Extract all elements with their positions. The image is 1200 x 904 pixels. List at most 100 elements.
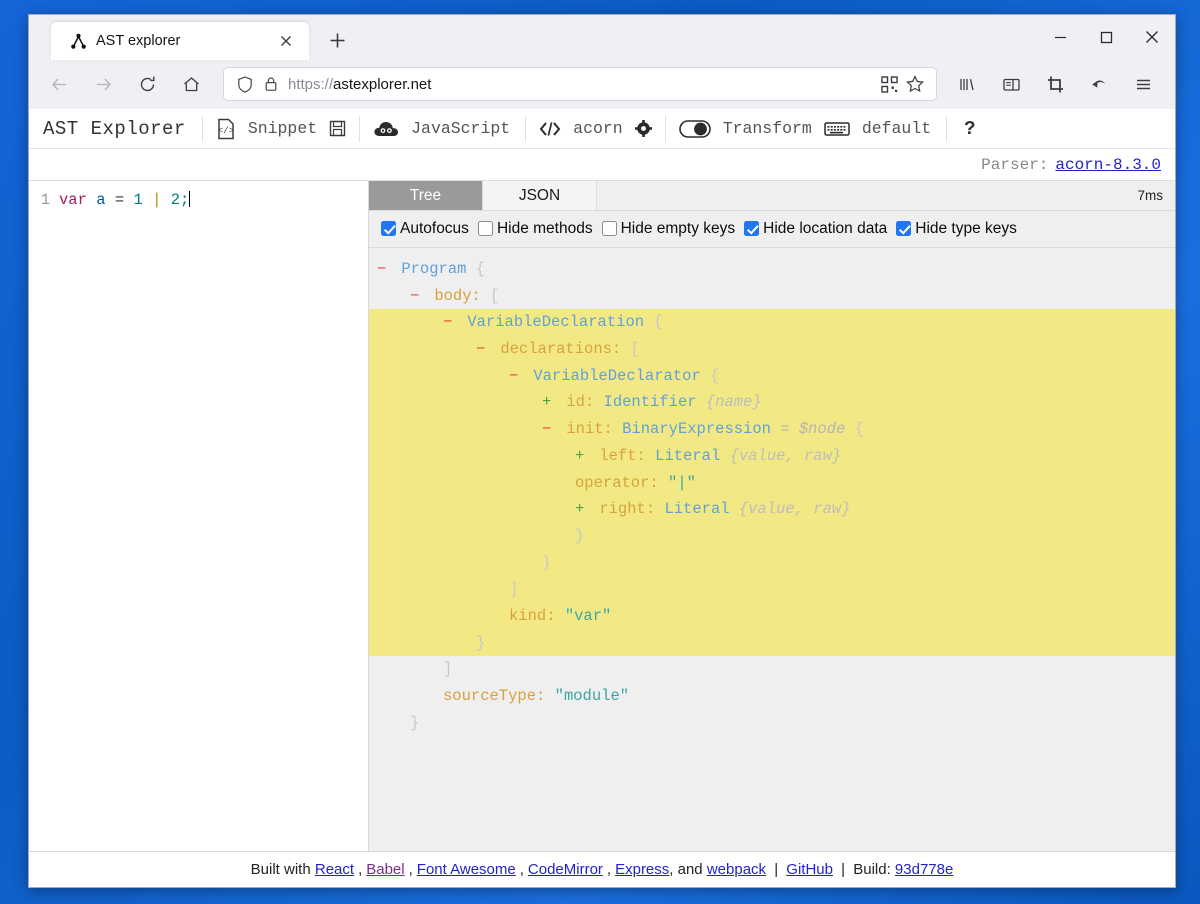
footer-link-codemirror[interactable]: CodeMirror xyxy=(528,861,603,878)
footer-link-express[interactable]: Express xyxy=(615,861,669,878)
svg-text:</>: </> xyxy=(218,126,234,136)
window-minimize-button[interactable] xyxy=(1037,15,1083,59)
ast-tree-row[interactable]: ] xyxy=(369,576,1175,603)
ast-tree-row[interactable]: + id: Identifier {name} xyxy=(369,389,1175,417)
window-close-button[interactable] xyxy=(1129,15,1175,59)
tree-close-bracket: ] xyxy=(443,660,453,679)
arrow-left-icon[interactable] xyxy=(42,67,76,101)
javascript-cloud-icon[interactable] xyxy=(368,119,404,139)
checkbox-hide-methods[interactable] xyxy=(477,221,493,236)
ast-tree-row[interactable]: + right: Literal {value, raw} xyxy=(369,496,1175,523)
option-autofocus[interactable]: Autofocus xyxy=(381,216,469,241)
keyboard-icon[interactable] xyxy=(819,120,855,138)
option-hide-type-keys[interactable]: Hide type keys xyxy=(896,216,1017,241)
code-file-icon[interactable]: </> xyxy=(211,118,241,140)
expand-toggle-icon[interactable]: + xyxy=(542,389,557,416)
option-hide-location-data[interactable]: Hide location data xyxy=(744,216,887,241)
option-hide-location-data-label: Hide location data xyxy=(763,220,888,237)
code-editor-pane[interactable]: 1 var a = 1 | 2; xyxy=(29,181,369,851)
footer-link-webpack[interactable]: webpack xyxy=(707,861,766,878)
hamburger-menu-icon[interactable] xyxy=(1126,67,1160,101)
ast-tree-row[interactable]: operator: "|" xyxy=(369,469,1175,497)
expand-toggle-icon[interactable]: + xyxy=(575,443,590,470)
star-icon[interactable] xyxy=(902,71,928,97)
tree-key-hint: {value, raw} xyxy=(729,446,842,465)
sidebar-icon[interactable] xyxy=(994,67,1028,101)
toggle-switch-icon[interactable] xyxy=(674,119,716,139)
floppy-save-icon[interactable] xyxy=(324,120,351,137)
ast-tree-row[interactable]: } xyxy=(369,549,1175,577)
undo-arrow-icon[interactable] xyxy=(1082,67,1116,101)
ast-tree-row[interactable]: − VariableDeclarator { xyxy=(369,362,1175,390)
collapse-toggle-icon[interactable]: − xyxy=(476,336,491,363)
code-brackets-icon[interactable] xyxy=(534,120,566,138)
window-maximize-button[interactable] xyxy=(1083,15,1129,59)
parser-version-link[interactable]: acorn-8.3.0 xyxy=(1055,156,1161,174)
footer-link-react[interactable]: React xyxy=(315,861,354,878)
checkbox-hide-empty-keys[interactable] xyxy=(601,221,617,236)
browser-tab-ast-explorer[interactable]: AST explorer xyxy=(51,22,309,60)
expand-toggle-icon[interactable]: + xyxy=(575,496,590,523)
ast-tree-row[interactable]: − VariableDeclaration { xyxy=(369,309,1175,337)
footer-build-hash[interactable]: 93d778e xyxy=(895,861,953,878)
url-text[interactable]: https://astexplorer.net xyxy=(288,76,876,93)
checkbox-hide-location-data[interactable] xyxy=(744,221,760,236)
library-icon[interactable] xyxy=(950,67,984,101)
collapse-toggle-icon[interactable]: − xyxy=(509,363,524,390)
checkbox-autofocus[interactable] xyxy=(381,221,396,236)
collapse-toggle-icon[interactable]: − xyxy=(443,309,458,336)
ast-tree[interactable]: − Program {− body: [− VariableDeclaratio… xyxy=(369,248,1175,851)
new-tab-button[interactable] xyxy=(321,24,353,56)
ast-tree-row[interactable]: − body: [ xyxy=(369,283,1175,310)
ast-tree-row[interactable]: sourceType: "module" xyxy=(369,683,1175,710)
reload-icon[interactable] xyxy=(130,67,164,101)
tab-json[interactable]: JSON xyxy=(483,181,597,210)
ast-tree-row[interactable]: − Program { xyxy=(369,256,1175,283)
footer-link-font-awesome[interactable]: Font Awesome xyxy=(417,861,516,878)
url-bar[interactable]: https://astexplorer.net xyxy=(223,67,937,101)
option-hide-methods[interactable]: Hide methods xyxy=(477,216,593,241)
tree-property-key: right: xyxy=(599,500,656,519)
code-tokens[interactable]: var a = 1 | 2; xyxy=(59,190,191,211)
tab-strip: AST explorer xyxy=(29,15,1175,60)
help-button[interactable]: ? xyxy=(955,118,984,140)
ast-tree-icon xyxy=(69,32,87,50)
option-hide-methods-label: Hide methods xyxy=(496,220,593,237)
ast-tree-row[interactable]: − declarations: [ xyxy=(369,336,1175,363)
footer-link-babel[interactable]: Babel xyxy=(366,861,404,878)
collapse-toggle-icon[interactable]: − xyxy=(410,283,425,310)
tab-tree[interactable]: Tree xyxy=(369,181,483,210)
language-label[interactable]: JavaScript xyxy=(404,119,517,138)
collapse-toggle-icon[interactable]: − xyxy=(542,416,557,443)
ast-tree-row[interactable]: } xyxy=(369,710,1175,737)
gear-icon[interactable] xyxy=(630,120,657,137)
footer-link-github[interactable]: GitHub xyxy=(786,861,833,878)
shield-icon[interactable] xyxy=(232,71,258,97)
tree-open-bracket: { xyxy=(475,260,486,278)
ast-tree-row[interactable]: } xyxy=(369,522,1175,550)
ast-tree-row[interactable]: ] xyxy=(369,656,1175,683)
qr-code-icon[interactable] xyxy=(876,71,902,97)
code-line-1[interactable]: 1 var a = 1 | 2; xyxy=(29,181,368,211)
home-icon[interactable] xyxy=(174,67,208,101)
option-hide-empty-keys[interactable]: Hide empty keys xyxy=(601,216,735,241)
lock-icon[interactable] xyxy=(258,71,284,97)
ast-tree-row[interactable]: + left: Literal {value, raw} xyxy=(369,442,1175,470)
transform-label[interactable]: Transform xyxy=(716,119,819,138)
line-number: 1 xyxy=(40,191,50,209)
ast-tree-row[interactable]: − init: BinaryExpression = $node { xyxy=(369,416,1175,443)
tab-close-icon[interactable] xyxy=(275,30,297,52)
checkbox-hide-type-keys[interactable] xyxy=(896,221,912,236)
collapse-toggle-icon[interactable]: − xyxy=(377,256,392,283)
ast-tree-row[interactable]: } xyxy=(369,629,1175,657)
token-pipe-operator: | xyxy=(152,191,162,209)
tree-property-key: body: xyxy=(434,286,481,305)
footer-built-with: Built with xyxy=(250,861,311,878)
snippet-label[interactable]: Snippet xyxy=(241,119,324,138)
parser-label[interactable]: acorn xyxy=(566,119,630,138)
ast-tree-row[interactable]: kind: "var" xyxy=(369,602,1175,630)
tree-property-key: id: xyxy=(566,393,595,412)
arrow-right-icon[interactable] xyxy=(86,67,120,101)
keymap-label[interactable]: default xyxy=(855,119,938,138)
crop-icon[interactable] xyxy=(1038,67,1072,101)
